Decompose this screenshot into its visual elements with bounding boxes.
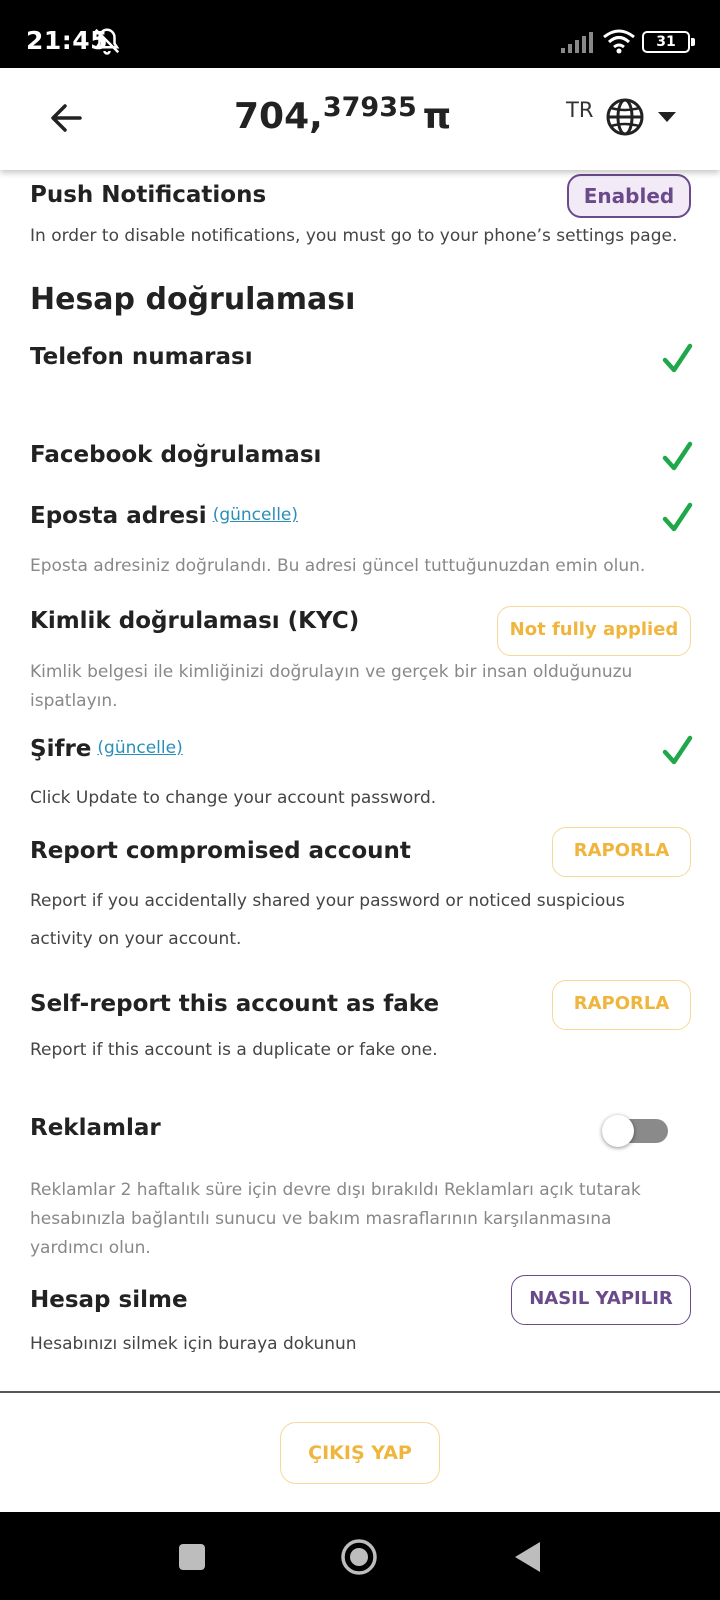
ads-desc: Reklamlar 2 haftalık süre için devre dış…	[30, 1176, 710, 1263]
ads-title: Reklamlar	[30, 1115, 161, 1141]
password-desc: Click Update to change your account pass…	[30, 788, 437, 808]
report-compromised-title: Report compromised account	[30, 838, 411, 864]
bell-off-icon	[94, 28, 120, 55]
email-label-text: Eposta adresi	[30, 503, 207, 529]
section-title-verification: Hesap doğrulaması	[30, 282, 356, 317]
delete-how-button[interactable]: NASIL YAPILIR	[511, 1275, 691, 1325]
password-update-link[interactable]: (güncelle)	[97, 738, 182, 758]
report-fake-desc: Report if this account is a duplicate or…	[30, 1040, 438, 1060]
kyc-verification-desc: Kimlik belgesi ile kimliğinizi doğrulayı…	[30, 658, 710, 716]
email-update-link[interactable]: (güncelle)	[213, 505, 298, 525]
globe-icon[interactable]	[604, 96, 646, 138]
delete-account-title: Hesap silme	[30, 1287, 188, 1313]
ads-desc-line: hesabınızla bağlantılı sunucu ve bakım m…	[30, 1209, 612, 1229]
kyc-status-badge[interactable]: Not fully applied	[497, 606, 691, 656]
email-verification-desc: Eposta adresiniz doğrulandı. Bu adresi g…	[30, 556, 646, 576]
report-compromised-button[interactable]: RAPORLA	[552, 827, 691, 877]
push-notifications-title: Push Notifications	[30, 182, 267, 208]
phone-verification-label: Telefon numarası	[30, 344, 253, 370]
report-compromised-desc: Report if you accidentally shared your p…	[30, 882, 710, 958]
pi-balance: 704,37935 π	[234, 92, 451, 137]
status-bar: 21:45 31	[0, 0, 720, 68]
signal-icon	[561, 32, 593, 53]
wifi-icon	[603, 29, 635, 54]
app-header: 704,37935 π TR	[0, 68, 720, 170]
delete-account-desc: Hesabınızı silmek için buraya dokunun	[30, 1334, 357, 1354]
balance-decimal: 37935	[322, 92, 417, 123]
check-icon	[662, 735, 693, 765]
kyc-desc-line: ispatlayın.	[30, 691, 118, 711]
logout-button[interactable]: ÇIKIŞ YAP	[280, 1422, 440, 1484]
settings-content[interactable]: Push Notifications Enabled In order to d…	[0, 170, 720, 1392]
password-label: Şifre (güncelle)	[30, 736, 183, 762]
caret-down-icon[interactable]	[658, 112, 676, 122]
kyc-desc-line: Kimlik belgesi ile kimliğinizi doğrulayı…	[30, 662, 633, 682]
push-enabled-badge[interactable]: Enabled	[567, 174, 691, 218]
battery-icon: 31	[642, 31, 695, 53]
ads-toggle-knob	[602, 1115, 634, 1147]
email-verification-label: Eposta adresi (güncelle)	[30, 503, 298, 529]
ads-toggle[interactable]	[600, 1115, 670, 1147]
balance-integer: 704,	[234, 96, 323, 137]
home-icon[interactable]	[340, 1538, 378, 1576]
report-fake-title: Self-report this account as fake	[30, 991, 440, 1017]
facebook-verification-label: Facebook doğrulaması	[30, 442, 322, 468]
arrow-left-icon[interactable]	[46, 98, 86, 138]
pi-symbol: π	[422, 96, 452, 137]
password-label-text: Şifre	[30, 736, 92, 762]
footer-divider	[0, 1391, 720, 1393]
kyc-verification-label: Kimlik doğrulaması (KYC)	[30, 608, 360, 634]
ads-desc-line: yardımcı olun.	[30, 1238, 151, 1258]
check-icon	[662, 441, 693, 471]
ads-desc-line: Reklamlar 2 haftalık süre için devre dış…	[30, 1180, 641, 1200]
report-compromised-desc-line: activity on your account.	[30, 929, 242, 949]
back-triangle-icon[interactable]	[512, 1540, 542, 1574]
report-fake-button[interactable]: RAPORLA	[552, 980, 691, 1030]
system-nav-bar	[0, 1512, 720, 1600]
check-icon	[662, 502, 693, 532]
report-compromised-desc-line: Report if you accidentally shared your p…	[30, 891, 625, 911]
recents-icon[interactable]	[179, 1544, 205, 1570]
language-code[interactable]: TR	[566, 98, 593, 122]
check-icon	[662, 343, 693, 373]
push-notifications-desc: In order to disable notifications, you m…	[30, 226, 678, 246]
